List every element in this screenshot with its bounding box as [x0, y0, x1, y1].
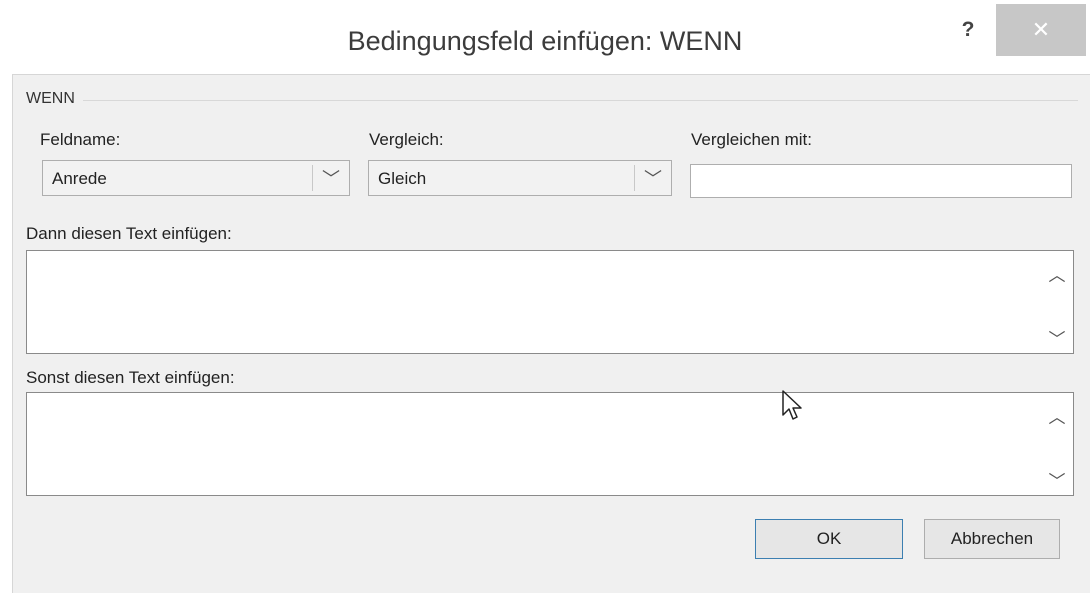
chevron-down-icon[interactable]: ﹀	[313, 161, 349, 195]
dann-text-label: Dann diesen Text einfügen:	[26, 224, 232, 243]
vergleich-dropdown[interactable]: Gleich ﹀	[368, 160, 672, 196]
scroll-down-arrow-icon[interactable]: ﹀	[1047, 467, 1067, 492]
dann-text-area[interactable]: ︿ ﹀	[26, 250, 1074, 354]
group-label-wenn: WENN	[26, 90, 83, 108]
vergleich-value: Gleich	[378, 169, 427, 188]
vergleichen-mit-label: Vergleichen mit:	[691, 130, 812, 149]
dialog-title: Bedingungsfeld einfügen: WENN	[347, 26, 743, 56]
sonst-text-area[interactable]: ︿ ﹀	[26, 392, 1074, 496]
chevron-down-icon[interactable]: ﹀	[635, 161, 671, 195]
vergleichen-mit-input[interactable]	[690, 164, 1072, 198]
mouse-pointer-icon	[782, 390, 802, 420]
feldname-label: Feldname:	[40, 130, 121, 149]
scroll-up-arrow-icon[interactable]: ︿	[1047, 261, 1067, 286]
cancel-button[interactable]: Abbrechen	[924, 519, 1060, 559]
close-icon: ✕	[1031, 17, 1051, 42]
scroll-down-arrow-icon[interactable]: ﹀	[1047, 325, 1067, 350]
group-divider	[26, 100, 1078, 101]
vergleich-label: Vergleich:	[369, 130, 444, 149]
feldname-value: Anrede	[52, 169, 107, 188]
scroll-up-arrow-icon[interactable]: ︿	[1047, 403, 1067, 428]
help-button[interactable]: ?	[958, 18, 978, 42]
sonst-text-label: Sonst diesen Text einfügen:	[26, 368, 235, 387]
close-button[interactable]: ✕	[996, 4, 1086, 56]
title-bar[interactable]: Bedingungsfeld einfügen: WENN ? ✕	[0, 0, 1090, 74]
ok-button[interactable]: OK	[755, 519, 903, 559]
feldname-dropdown[interactable]: Anrede ﹀	[42, 160, 350, 196]
insert-if-field-dialog: Bedingungsfeld einfügen: WENN ? ✕ WENN F…	[0, 0, 1090, 593]
